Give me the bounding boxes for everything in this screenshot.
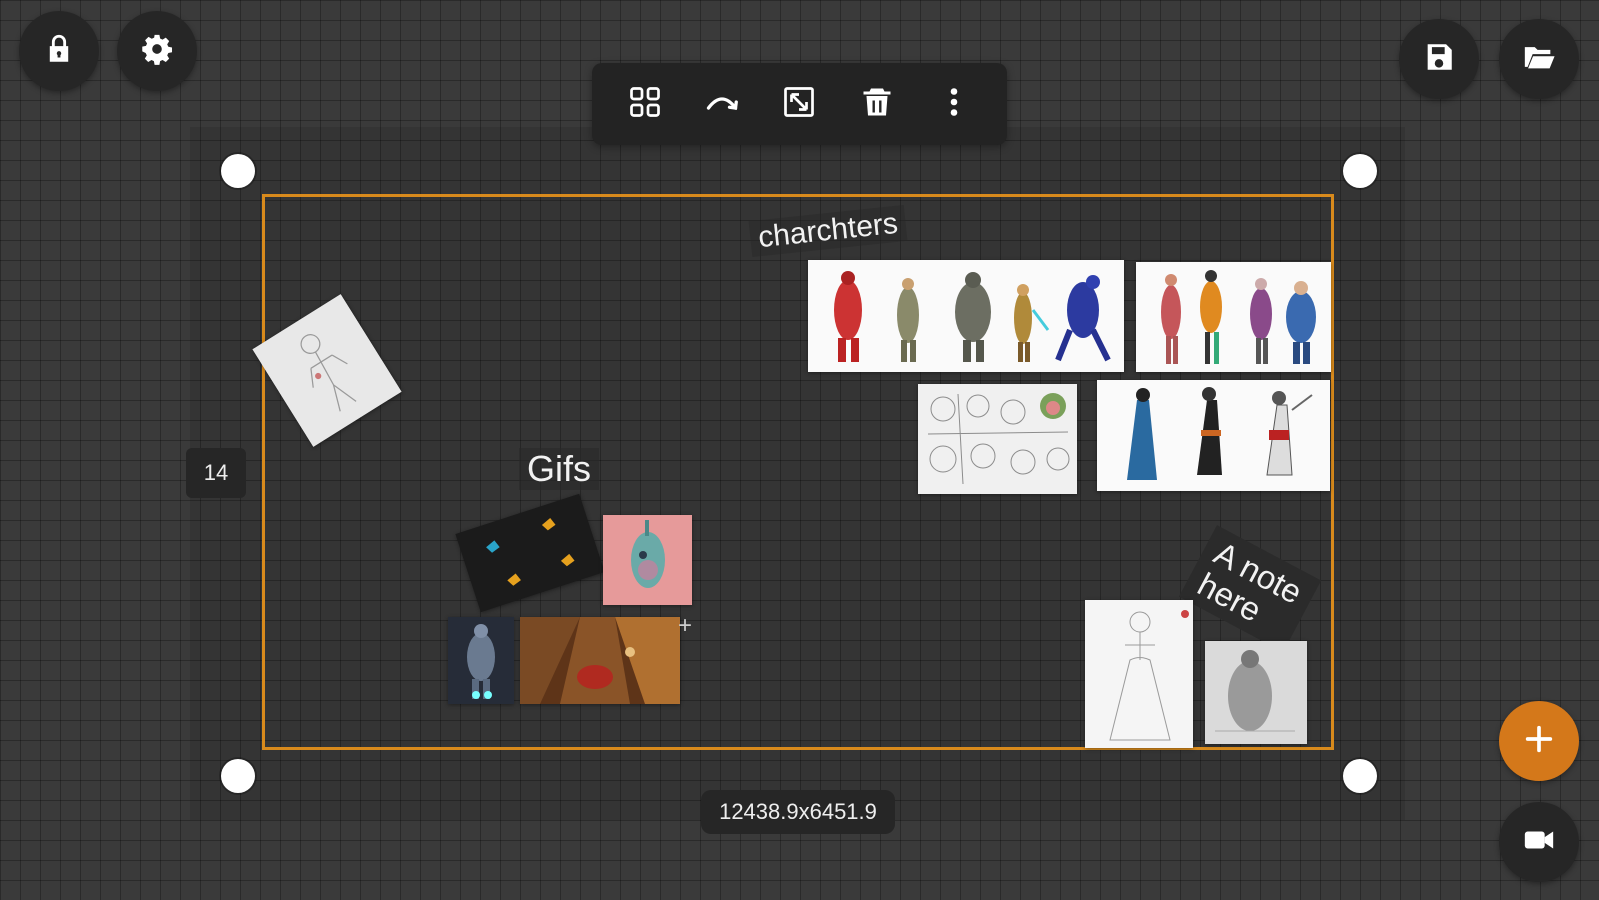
curve-arrow-icon [704,84,740,125]
pink-gif-image[interactable] [603,515,692,605]
gifs-note[interactable]: Gifs [519,448,600,490]
open-button[interactable] [1499,19,1579,99]
save-icon [1422,40,1456,79]
add-cursor-icon: + [678,612,693,639]
character-lineup-image-1[interactable] [808,260,1124,372]
video-camera-icon [1522,823,1556,862]
trash-icon [859,84,895,125]
settings-button[interactable] [117,11,197,91]
more-button[interactable] [925,75,983,133]
record-button[interactable] [1499,802,1579,882]
figure-sketch-image[interactable] [1205,641,1307,744]
resize-handle-bottom-left[interactable] [221,759,255,793]
grid-icon [627,84,663,125]
more-vertical-icon [936,84,972,125]
armored-gif-image[interactable] [448,617,514,704]
character-lineup-image-2[interactable] [1136,262,1331,372]
character-swords-image[interactable] [1097,380,1330,491]
group-button[interactable] [616,75,674,133]
selection-toolbar [592,63,1007,145]
add-button[interactable] [1499,701,1579,781]
resize-handle-top-left[interactable] [221,154,255,188]
scene-gif-image[interactable] [520,617,680,704]
lock-button[interactable] [19,11,99,91]
folder-open-icon [1522,40,1556,79]
connect-button[interactable] [693,75,751,133]
resize-handle-top-right[interactable] [1343,154,1377,188]
resize-icon [781,84,817,125]
resize-handle-bottom-right[interactable] [1343,759,1377,793]
side-badge: 14 [186,448,246,498]
plus-icon [1522,722,1556,761]
dimensions-label: 12438.9x6451.9 [701,790,895,834]
sketch-sheet-image[interactable] [918,384,1077,494]
delete-button[interactable] [848,75,906,133]
lock-icon [42,32,76,71]
gear-icon [140,32,174,71]
dress-sketch-image[interactable] [1085,600,1193,748]
resize-button[interactable] [770,75,828,133]
save-button[interactable] [1399,19,1479,99]
